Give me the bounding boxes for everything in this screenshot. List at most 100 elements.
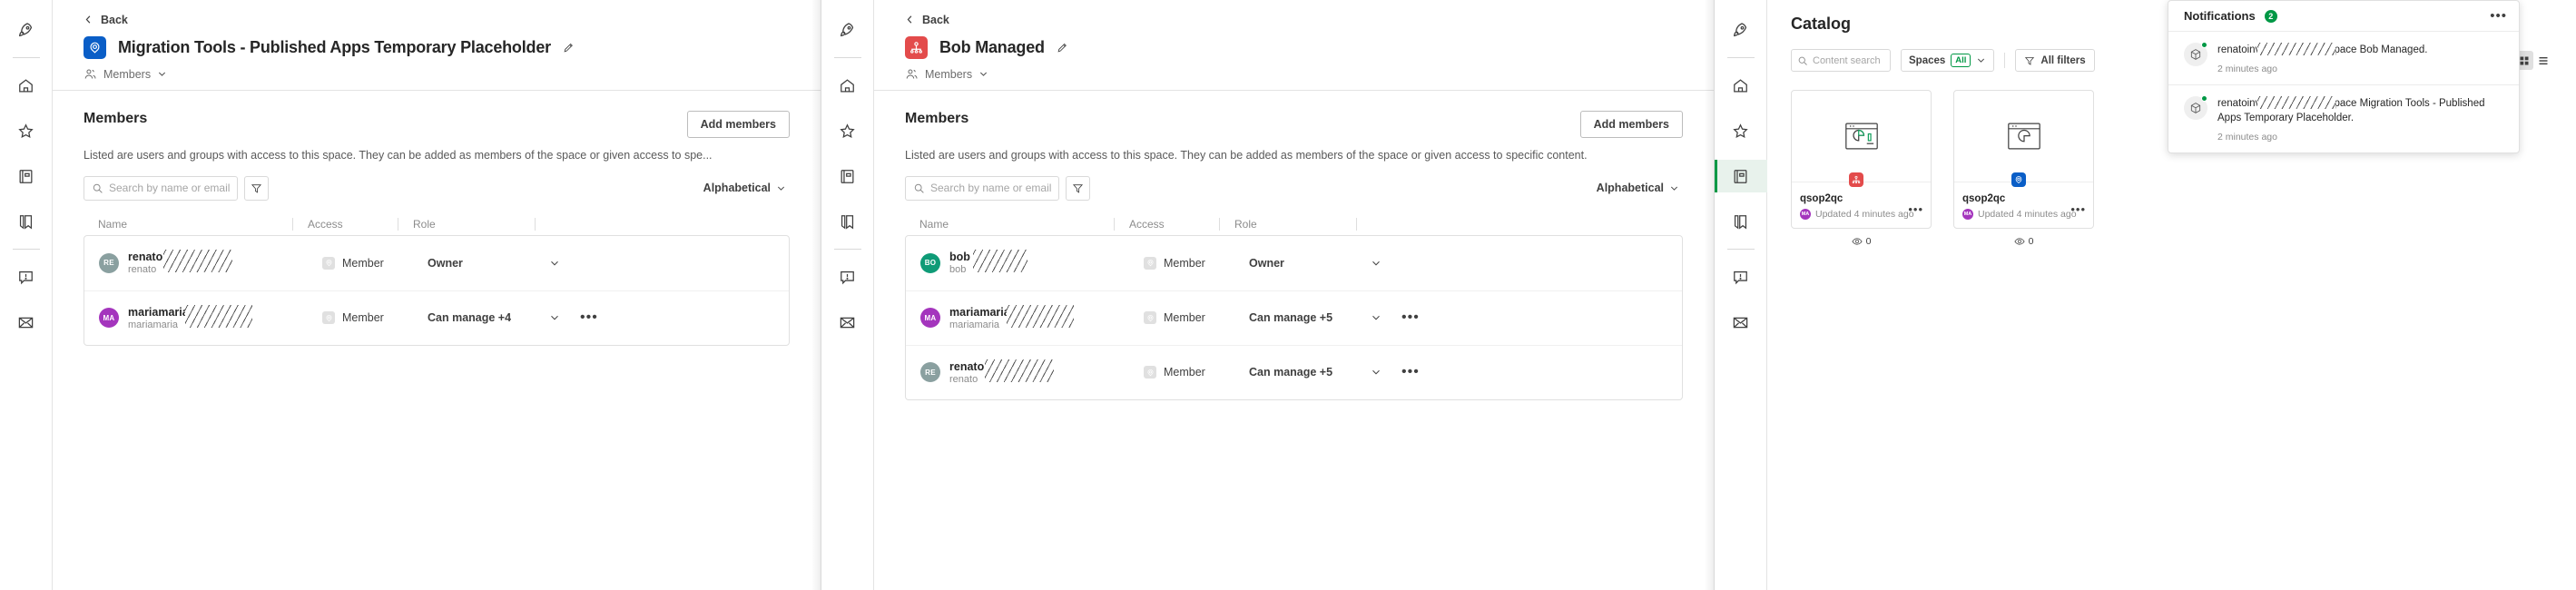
back-button-2[interactable]: Back	[905, 14, 949, 26]
filter-icon	[2024, 55, 2035, 66]
chevron-down-icon	[978, 69, 988, 79]
catalog-icon[interactable]	[10, 160, 43, 192]
access-value: Member	[1164, 311, 1205, 325]
redaction-overlay	[185, 304, 252, 328]
pencil-icon[interactable]	[1057, 42, 1068, 54]
card-overflow-menu-icon[interactable]: •••	[2070, 203, 2086, 215]
column-divider	[535, 217, 536, 231]
mail-icon[interactable]	[831, 306, 864, 339]
collections-icon[interactable]	[831, 205, 864, 238]
collections-icon[interactable]	[1725, 205, 1757, 238]
search-input-1[interactable]	[109, 182, 230, 195]
home-icon[interactable]	[831, 69, 864, 102]
rocket-icon[interactable]	[1725, 14, 1757, 46]
role-chevron-down-icon[interactable]	[549, 258, 560, 269]
members-filters-left-1	[84, 175, 269, 201]
star-icon[interactable]	[831, 114, 864, 147]
star-icon[interactable]	[1725, 114, 1757, 147]
members-table-header-1: Name Access Role	[84, 213, 790, 235]
role-chevron-down-icon[interactable]	[1371, 312, 1381, 323]
catalog-icon[interactable]	[1715, 160, 1767, 192]
all-filters-button[interactable]: All filters	[2015, 49, 2095, 72]
avatar: MA	[99, 308, 119, 329]
role-value: Can manage +5	[1249, 311, 1333, 325]
member-name: bob	[949, 251, 970, 264]
back-button-1[interactable]: Back	[84, 14, 128, 26]
table-row[interactable]: MA mariamaria mariamaria Member Can mana…	[906, 290, 1682, 345]
mail-icon[interactable]	[1725, 306, 1757, 339]
notifications-title: Notifications	[2184, 9, 2256, 23]
home-icon[interactable]	[1725, 69, 1757, 102]
avatar: MA	[920, 308, 940, 329]
sort-select-2[interactable]: Alphabetical	[1593, 177, 1683, 199]
row-overflow-menu-icon[interactable]: •••	[1401, 310, 1420, 325]
space-title-row-1: Migration Tools - Published Apps Tempora…	[84, 36, 790, 59]
table-row[interactable]: RE renato renato Member	[84, 236, 789, 290]
notifications-count-badge: 2	[2264, 9, 2277, 23]
card-overflow-menu-icon[interactable]: •••	[1908, 203, 1923, 215]
filter-icon[interactable]	[244, 175, 269, 201]
member-name: renato	[949, 359, 985, 373]
redaction-overlay	[973, 250, 1027, 273]
column-header-role: Role	[413, 217, 436, 231]
notification-item[interactable]: renatoinvited you to the space Migration…	[2168, 84, 2519, 152]
pencil-icon[interactable]	[563, 42, 575, 54]
catalog-card[interactable]: qsop2qc MA Updated 4 minutes ago •••	[1953, 90, 2094, 229]
row-overflow-menu-icon[interactable]: •••	[1401, 365, 1420, 379]
notification-item[interactable]: renatoinvited you to the space Bob Manag…	[2168, 32, 2519, 84]
list-view-icon[interactable]	[2533, 51, 2552, 70]
notifications-popover: Notifications 2 ••• renatoinvited you to…	[2168, 0, 2520, 154]
space-section-selector-2[interactable]: Members	[905, 67, 1683, 81]
filter-icon[interactable]	[1066, 175, 1090, 201]
chevron-left-icon	[905, 15, 915, 25]
search-input-2[interactable]	[930, 182, 1051, 195]
search-icon	[92, 182, 103, 194]
redaction-overlay	[985, 359, 1054, 382]
members-title-1: Members	[84, 111, 148, 126]
avatar: RE	[920, 362, 940, 383]
alerts-icon[interactable]	[10, 261, 43, 293]
star-icon[interactable]	[10, 114, 43, 147]
role-chevron-down-icon[interactable]	[1371, 258, 1381, 269]
members-title-2: Members	[905, 111, 969, 126]
sort-label-2: Alphabetical	[1596, 182, 1664, 195]
catalog-icon[interactable]	[831, 160, 864, 192]
spaces-filter-button[interactable]: Spaces All	[1901, 49, 1995, 72]
home-icon[interactable]	[10, 69, 43, 102]
catalog-toolbar-left: Spaces All All filters	[1791, 49, 2095, 72]
alerts-icon[interactable]	[1725, 261, 1757, 293]
member-email: renato	[949, 373, 978, 385]
notifications-overflow-menu-icon[interactable]: •••	[2490, 9, 2507, 23]
members-search-2[interactable]	[905, 175, 1059, 201]
alerts-icon[interactable]	[831, 261, 864, 293]
member-email: bob	[949, 264, 967, 276]
content-search[interactable]	[1791, 49, 1891, 72]
catalog-card-wrap: qsop2qc MA Updated 4 minutes ago ••• 0	[1953, 90, 2094, 247]
role-chevron-down-icon[interactable]	[1371, 367, 1381, 378]
mail-icon[interactable]	[10, 306, 43, 339]
role-chevron-down-icon[interactable]	[549, 312, 560, 323]
row-overflow-menu-icon[interactable]: •••	[580, 310, 598, 325]
space-section-selector-1[interactable]: Members	[84, 67, 790, 81]
add-members-button-1[interactable]: Add members	[686, 111, 790, 138]
members-filters-2: Alphabetical	[905, 175, 1683, 201]
space-title-row-2: Bob Managed	[905, 36, 1683, 59]
notification-icon-wrap	[2184, 42, 2207, 74]
add-members-button-2[interactable]: Add members	[1579, 111, 1683, 138]
sort-select-1[interactable]: Alphabetical	[700, 177, 790, 199]
app-chart-icon	[1845, 123, 1878, 150]
rocket-icon[interactable]	[10, 14, 43, 46]
managed-space-icon	[1849, 172, 1863, 187]
table-row[interactable]: MA mariamaria mariamaria Member Can mana…	[84, 290, 789, 345]
notification-text: renatoinvited you to the space Bob Manag…	[2217, 43, 2427, 58]
redaction-overlay	[2257, 95, 2335, 109]
table-row[interactable]: BO bob bob Member Owner	[906, 236, 1682, 290]
rocket-icon[interactable]	[831, 14, 864, 46]
content-search-input[interactable]	[1813, 54, 1884, 66]
collections-icon[interactable]	[10, 205, 43, 238]
catalog-card[interactable]: qsop2qc MA Updated 4 minutes ago •••	[1791, 90, 1932, 229]
table-row[interactable]: RE renato renato Member	[906, 344, 1682, 399]
space-section-label: Members	[103, 67, 152, 81]
members-table-2: Name Access Role BO bob bob Member Owner…	[905, 213, 1683, 400]
members-search-1[interactable]	[84, 175, 238, 201]
